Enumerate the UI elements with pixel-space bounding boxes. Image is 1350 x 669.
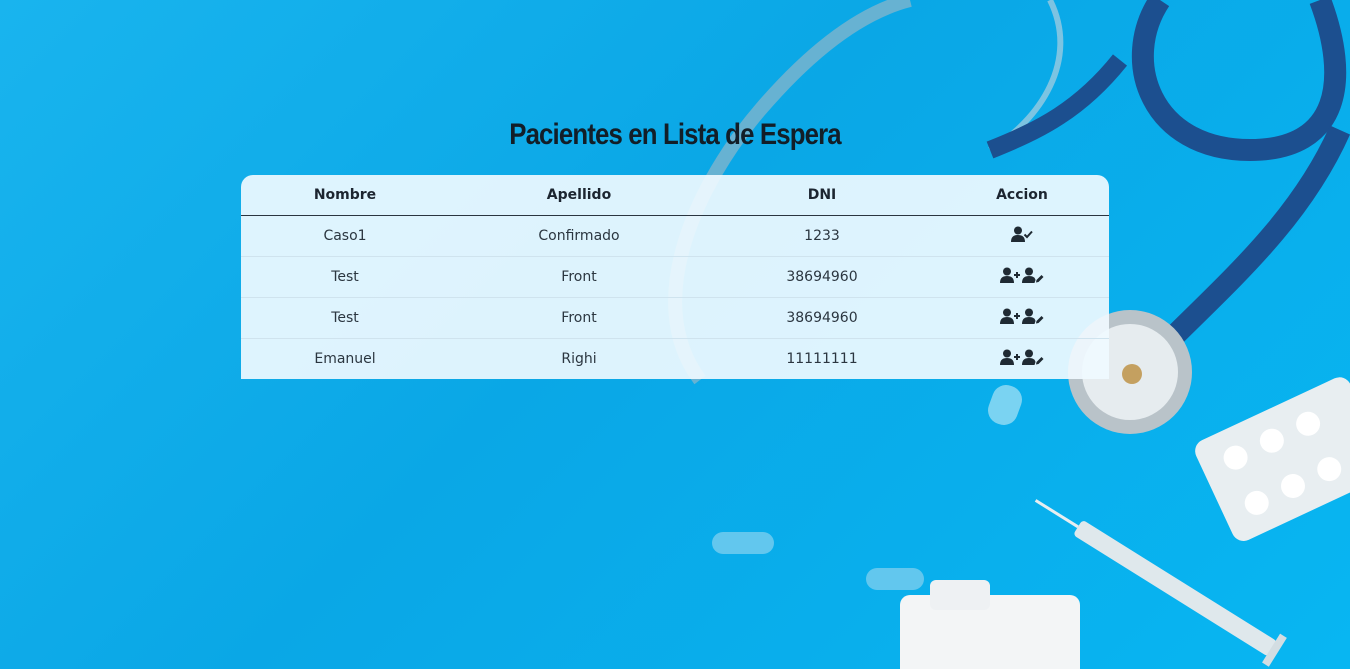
table-row: Test Front 38694960 [241, 297, 1109, 339]
cell-dni: 38694960 [709, 297, 935, 339]
user-plus-icon[interactable] [1000, 349, 1021, 365]
column-header-apellido: Apellido [449, 175, 709, 216]
cell-nombre: Test [241, 256, 449, 298]
cell-actions [935, 256, 1109, 298]
column-header-dni: DNI [709, 175, 935, 216]
cell-apellido: Confirmado [449, 215, 709, 257]
waiting-list-table: Nombre Apellido DNI Accion Caso1 Confirm… [241, 175, 1109, 379]
cell-dni: 1233 [709, 215, 935, 257]
cell-actions [935, 297, 1109, 339]
table-row: Test Front 38694960 [241, 256, 1109, 298]
cell-nombre: Caso1 [241, 215, 449, 257]
user-plus-icon[interactable] [1000, 267, 1021, 283]
cell-apellido: Righi [561, 351, 597, 367]
user-edit-icon[interactable] [1022, 349, 1044, 365]
table-row: Caso1 Confirmado 1233 [241, 215, 1109, 257]
cell-nombre: Emanuel [314, 351, 376, 367]
cell-apellido: Front [449, 256, 709, 298]
table-header-row: Nombre Apellido DNI Accion [241, 175, 1109, 216]
cell-nombre: Test [241, 297, 449, 339]
user-check-icon[interactable] [1011, 226, 1033, 242]
page-title: Pacientes en Lista de Espera [509, 118, 841, 152]
table-row: Emanuel Righi 11111111 [241, 339, 1109, 380]
cell-actions [935, 215, 1109, 257]
cell-apellido: Front [449, 297, 709, 339]
cell-dni: 11111111 [786, 351, 858, 367]
user-plus-icon[interactable] [1000, 308, 1021, 324]
column-header-nombre: Nombre [241, 175, 449, 216]
cell-dni: 38694960 [709, 256, 935, 298]
column-header-accion: Accion [935, 175, 1109, 216]
cell-actions [935, 339, 1109, 380]
user-edit-icon[interactable] [1022, 308, 1044, 324]
user-edit-icon[interactable] [1022, 267, 1044, 283]
